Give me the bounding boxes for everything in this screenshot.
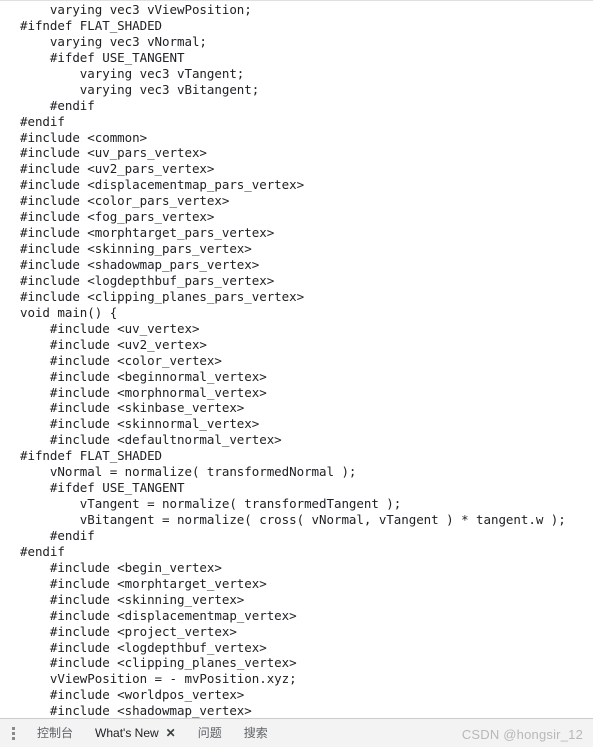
code-line: varying vec3 vViewPosition; <box>20 2 252 17</box>
code-line: #include <skinning_vertex> <box>20 591 245 607</box>
code-line: #include <uv_vertex> <box>20 320 200 336</box>
code-line: #include <color_pars_vertex> <box>20 193 230 209</box>
code-line: #include <worldpos_vertex> <box>20 687 245 703</box>
dot <box>11 731 15 735</box>
code-line: void main() { <box>20 304 118 320</box>
code-line: #include <shadowmap_pars_vertex> <box>20 257 260 272</box>
code-line: varying vec3 vNormal; <box>20 33 207 49</box>
code-line: #include <uv2_vertex> <box>20 336 207 352</box>
drawer-tab-2[interactable]: 问题 <box>187 719 233 747</box>
code-line: #endif <box>20 543 65 559</box>
code-line: #endif <box>20 113 65 129</box>
dot <box>11 726 15 730</box>
code-line: vTangent = normalize( transformedTangent… <box>20 496 402 512</box>
source-code-viewer[interactable]: varying vec3 vViewPosition; #ifndef FLAT_… <box>0 1 593 718</box>
code-line: #include <skinbase_vertex> <box>20 400 245 416</box>
code-line: #include <begin_vertex> <box>20 559 222 575</box>
more-vertical-icon <box>11 726 15 740</box>
code-line: #include <fog_pars_vertex> <box>20 209 215 225</box>
code-line: vViewPosition = - mvPosition.xyz; <box>20 671 297 687</box>
code-line: #ifndef FLAT_SHADED <box>20 17 163 33</box>
code-line: #include <logdepthbuf_pars_vertex> <box>20 272 275 288</box>
drawer-tab-label: 控制台 <box>37 726 74 740</box>
code-line: #include <skinning_pars_vertex> <box>20 241 252 257</box>
code-line: #include <shadowmap_vertex> <box>20 703 252 718</box>
code-line: #include <displacementmap_vertex> <box>20 607 297 623</box>
code-line: #include <project_vertex> <box>20 623 237 639</box>
code-line: #include <defaultnormal_vertex> <box>20 432 282 448</box>
code-line: #include <beginnormal_vertex> <box>20 368 267 384</box>
close-icon[interactable]: ✕ <box>166 727 176 739</box>
csdn-watermark: CSDN @hongsir_12 <box>461 727 583 742</box>
drawer-menu-button[interactable] <box>0 719 26 747</box>
code-line: #endif <box>20 527 95 543</box>
code-line: #include <uv2_pars_vertex> <box>20 161 215 177</box>
code-line: vNormal = normalize( transformedNormal )… <box>20 464 357 480</box>
code-line: #include <color_vertex> <box>20 352 222 368</box>
drawer-tab-label: What's New <box>95 726 159 740</box>
code-line: #include <displacementmap_pars_vertex> <box>20 177 305 193</box>
code-line: #include <clipping_planes_vertex> <box>20 655 297 671</box>
code-line: vBitangent = normalize( cross( vNormal, … <box>20 512 566 527</box>
code-line: #include <morphnormal_vertex> <box>20 384 267 400</box>
drawer-tab-label: 搜索 <box>243 726 268 740</box>
code-line: #include <clipping_planes_pars_vertex> <box>20 288 305 304</box>
code-line: #ifdef USE_TANGENT <box>20 49 185 65</box>
code-line: varying vec3 vBitangent; <box>20 81 260 97</box>
drawer-tab-0[interactable]: 控制台 <box>26 719 84 747</box>
drawer-tabs: 控制台 What's New ✕ 问题 搜索 <box>26 719 279 747</box>
code-line: #include <morphtarget_vertex> <box>20 575 267 591</box>
code-line: varying vec3 vTangent; <box>20 65 245 81</box>
code-line: #include <skinnormal_vertex> <box>20 416 260 432</box>
drawer-tab-3[interactable]: 搜索 <box>233 719 279 747</box>
dot <box>11 736 15 740</box>
drawer-tab-label: 问题 <box>197 726 222 740</box>
drawer-tab-bar: 控制台 What's New ✕ 问题 搜索 CSDN @hongsir_12 <box>0 718 593 747</box>
devtools-window: varying vec3 vViewPosition; #ifndef FLAT_… <box>0 0 593 747</box>
code-line: #endif <box>20 97 95 113</box>
code-line: #include <morphtarget_pars_vertex> <box>20 225 275 241</box>
code-line: #include <logdepthbuf_vertex> <box>20 639 267 655</box>
code-line: #ifdef USE_TANGENT <box>20 480 185 496</box>
code-line: #include <common> <box>20 129 148 145</box>
code-line: #ifndef FLAT_SHADED <box>20 448 163 464</box>
drawer-tab-1[interactable]: What's New ✕ <box>84 719 187 747</box>
code-content[interactable]: varying vec3 vViewPosition; #ifndef FLAT_… <box>0 2 593 718</box>
code-line: #include <uv_pars_vertex> <box>20 145 207 161</box>
